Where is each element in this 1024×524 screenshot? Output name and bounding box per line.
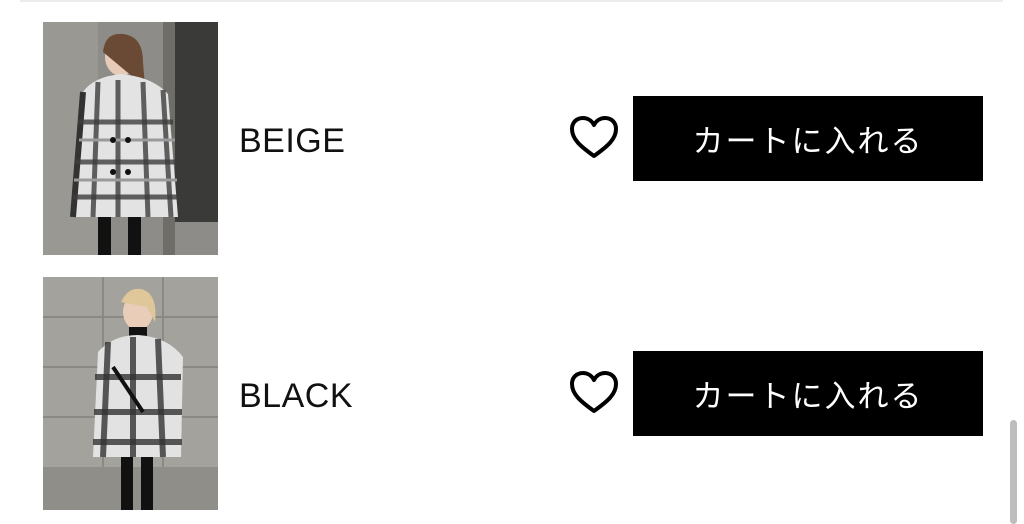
add-to-cart-button-black[interactable]: カートに入れる (633, 351, 983, 436)
top-divider (20, 0, 1003, 2)
color-label-beige: BEIGE (239, 122, 346, 160)
variant-row-black: BLACK カートに入れる (0, 277, 1024, 511)
product-photo-icon (43, 22, 218, 255)
variant-row-beige: BEIGE カートに入れる (0, 22, 1024, 256)
product-photo-icon (43, 277, 218, 510)
product-photo-beige[interactable] (43, 22, 218, 255)
color-label-black: BLACK (239, 377, 353, 415)
add-to-cart-button-beige[interactable]: カートに入れる (633, 96, 983, 181)
scrollbar-thumb[interactable] (1010, 420, 1017, 524)
heart-outline-icon (570, 371, 618, 413)
heart-outline-icon (570, 116, 618, 158)
favorite-button-beige[interactable] (566, 114, 622, 162)
favorite-button-black[interactable] (566, 369, 622, 417)
product-photo-black[interactable] (43, 277, 218, 510)
